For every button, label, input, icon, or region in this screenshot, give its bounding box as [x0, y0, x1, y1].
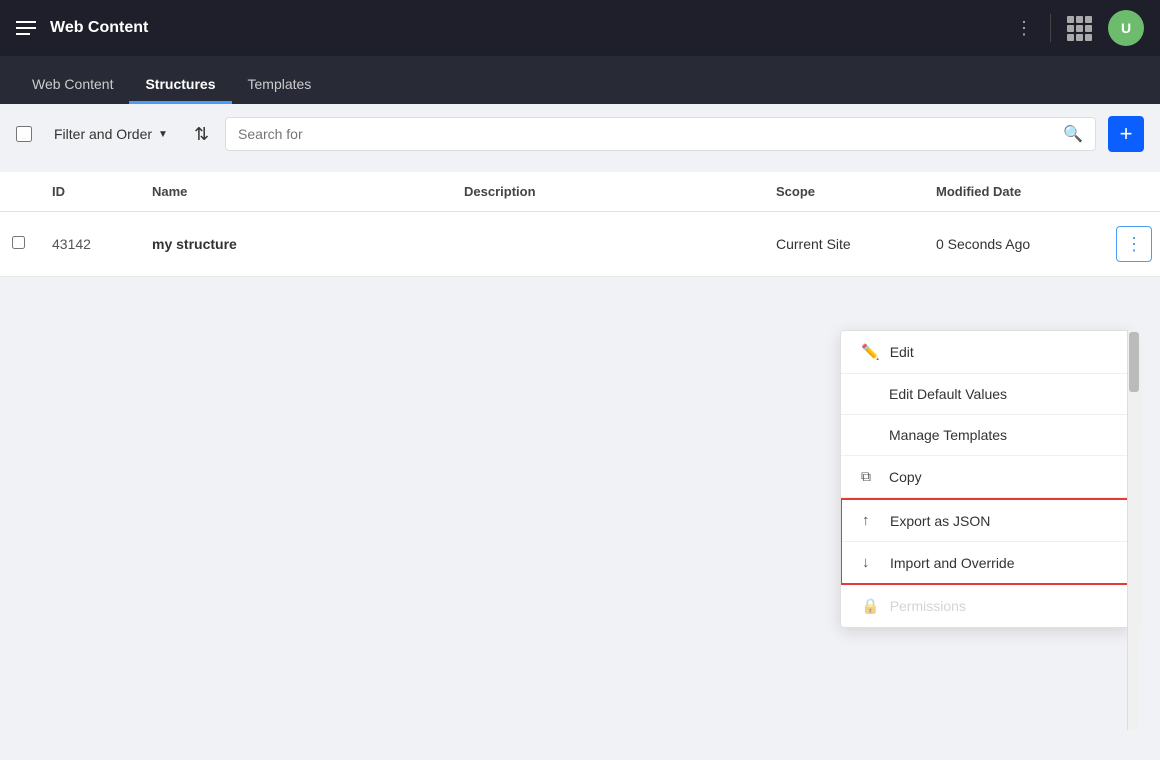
row-checkbox[interactable]	[12, 236, 25, 249]
top-bar: Web Content ⋮ U	[0, 0, 1160, 56]
search-input[interactable]	[238, 126, 1055, 142]
highlighted-actions-group: ↑ Export as JSON ↓ Import and Override	[840, 498, 1130, 585]
top-bar-right: ⋮ U	[1015, 10, 1144, 46]
table: ID Name Description Scope Modified Date …	[0, 172, 1160, 277]
search-bar: 🔍	[225, 117, 1096, 151]
copy-label: Copy	[889, 469, 922, 485]
import-override-label: Import and Override	[890, 555, 1015, 571]
sidebar-toggle-button[interactable]	[16, 16, 40, 40]
lock-icon: 🔒	[861, 597, 880, 615]
context-menu-edit-default-values[interactable]: Edit Default Values	[841, 374, 1129, 415]
col-checkbox	[0, 184, 40, 199]
col-description: Description	[452, 184, 764, 199]
table-header: ID Name Description Scope Modified Date	[0, 172, 1160, 212]
tab-templates[interactable]: Templates	[232, 64, 328, 104]
col-scope: Scope	[764, 184, 924, 199]
tab-structures[interactable]: Structures	[129, 64, 231, 104]
top-bar-left: Web Content	[16, 16, 148, 40]
copy-icon: ⧉	[861, 468, 879, 485]
context-menu-export-json[interactable]: ↑ Export as JSON	[842, 500, 1128, 542]
row-modified-date: 0 Seconds Ago	[924, 236, 1104, 252]
context-menu: ✏️ Edit Edit Default Values Manage Templ…	[840, 330, 1130, 628]
context-menu-manage-templates[interactable]: Manage Templates	[841, 415, 1129, 456]
filter-and-order-button[interactable]: Filter and Order ▼	[44, 120, 178, 148]
export-icon: ↑	[862, 512, 880, 529]
context-menu-edit[interactable]: ✏️ Edit	[841, 331, 1129, 374]
manage-templates-label: Manage Templates	[889, 427, 1007, 443]
col-id: ID	[40, 184, 140, 199]
row-actions-button[interactable]: ⋮	[1116, 226, 1152, 262]
grid-menu-icon[interactable]	[1067, 16, 1092, 41]
add-button[interactable]: +	[1108, 116, 1144, 152]
export-json-label: Export as JSON	[890, 513, 990, 529]
edit-label: Edit	[890, 344, 914, 360]
row-checkbox-cell[interactable]	[0, 236, 40, 252]
context-menu-import-override[interactable]: ↓ Import and Override	[842, 542, 1128, 583]
row-scope: Current Site	[764, 236, 924, 252]
col-name: Name	[140, 184, 452, 199]
nav-bar: Web Content Structures Templates	[0, 56, 1160, 104]
col-actions	[1104, 184, 1160, 199]
search-icon: 🔍	[1063, 124, 1083, 144]
edit-icon: ✏️	[861, 343, 880, 361]
filter-label: Filter and Order	[54, 126, 152, 142]
row-name: my structure	[140, 236, 452, 252]
select-all-checkbox-area[interactable]	[16, 126, 32, 142]
avatar[interactable]: U	[1108, 10, 1144, 46]
import-icon: ↓	[862, 554, 880, 571]
permissions-label: Permissions	[890, 598, 966, 614]
context-menu-permissions[interactable]: 🔒 Permissions	[841, 585, 1129, 627]
context-menu-copy[interactable]: ⧉ Copy	[841, 456, 1129, 498]
app-title: Web Content	[50, 19, 148, 37]
table-row: 43142 my structure Current Site 0 Second…	[0, 212, 1160, 277]
dropdown-scrollbar-thumb	[1129, 332, 1139, 392]
edit-default-values-label: Edit Default Values	[889, 386, 1007, 402]
toolbar: Filter and Order ▼ ⇅ 🔍 +	[0, 104, 1160, 164]
row-id: 43142	[40, 236, 140, 252]
dropdown-scrollbar[interactable]	[1127, 330, 1139, 730]
row-actions-cell: ⋮	[1104, 226, 1160, 262]
col-modified-date: Modified Date	[924, 184, 1104, 199]
tab-web-content[interactable]: Web Content	[16, 64, 129, 104]
select-all-checkbox[interactable]	[16, 126, 32, 142]
sort-button[interactable]: ⇅	[190, 120, 213, 149]
more-options-icon[interactable]: ⋮	[1015, 18, 1034, 39]
divider	[1050, 14, 1051, 42]
chevron-down-icon: ▼	[158, 129, 168, 140]
